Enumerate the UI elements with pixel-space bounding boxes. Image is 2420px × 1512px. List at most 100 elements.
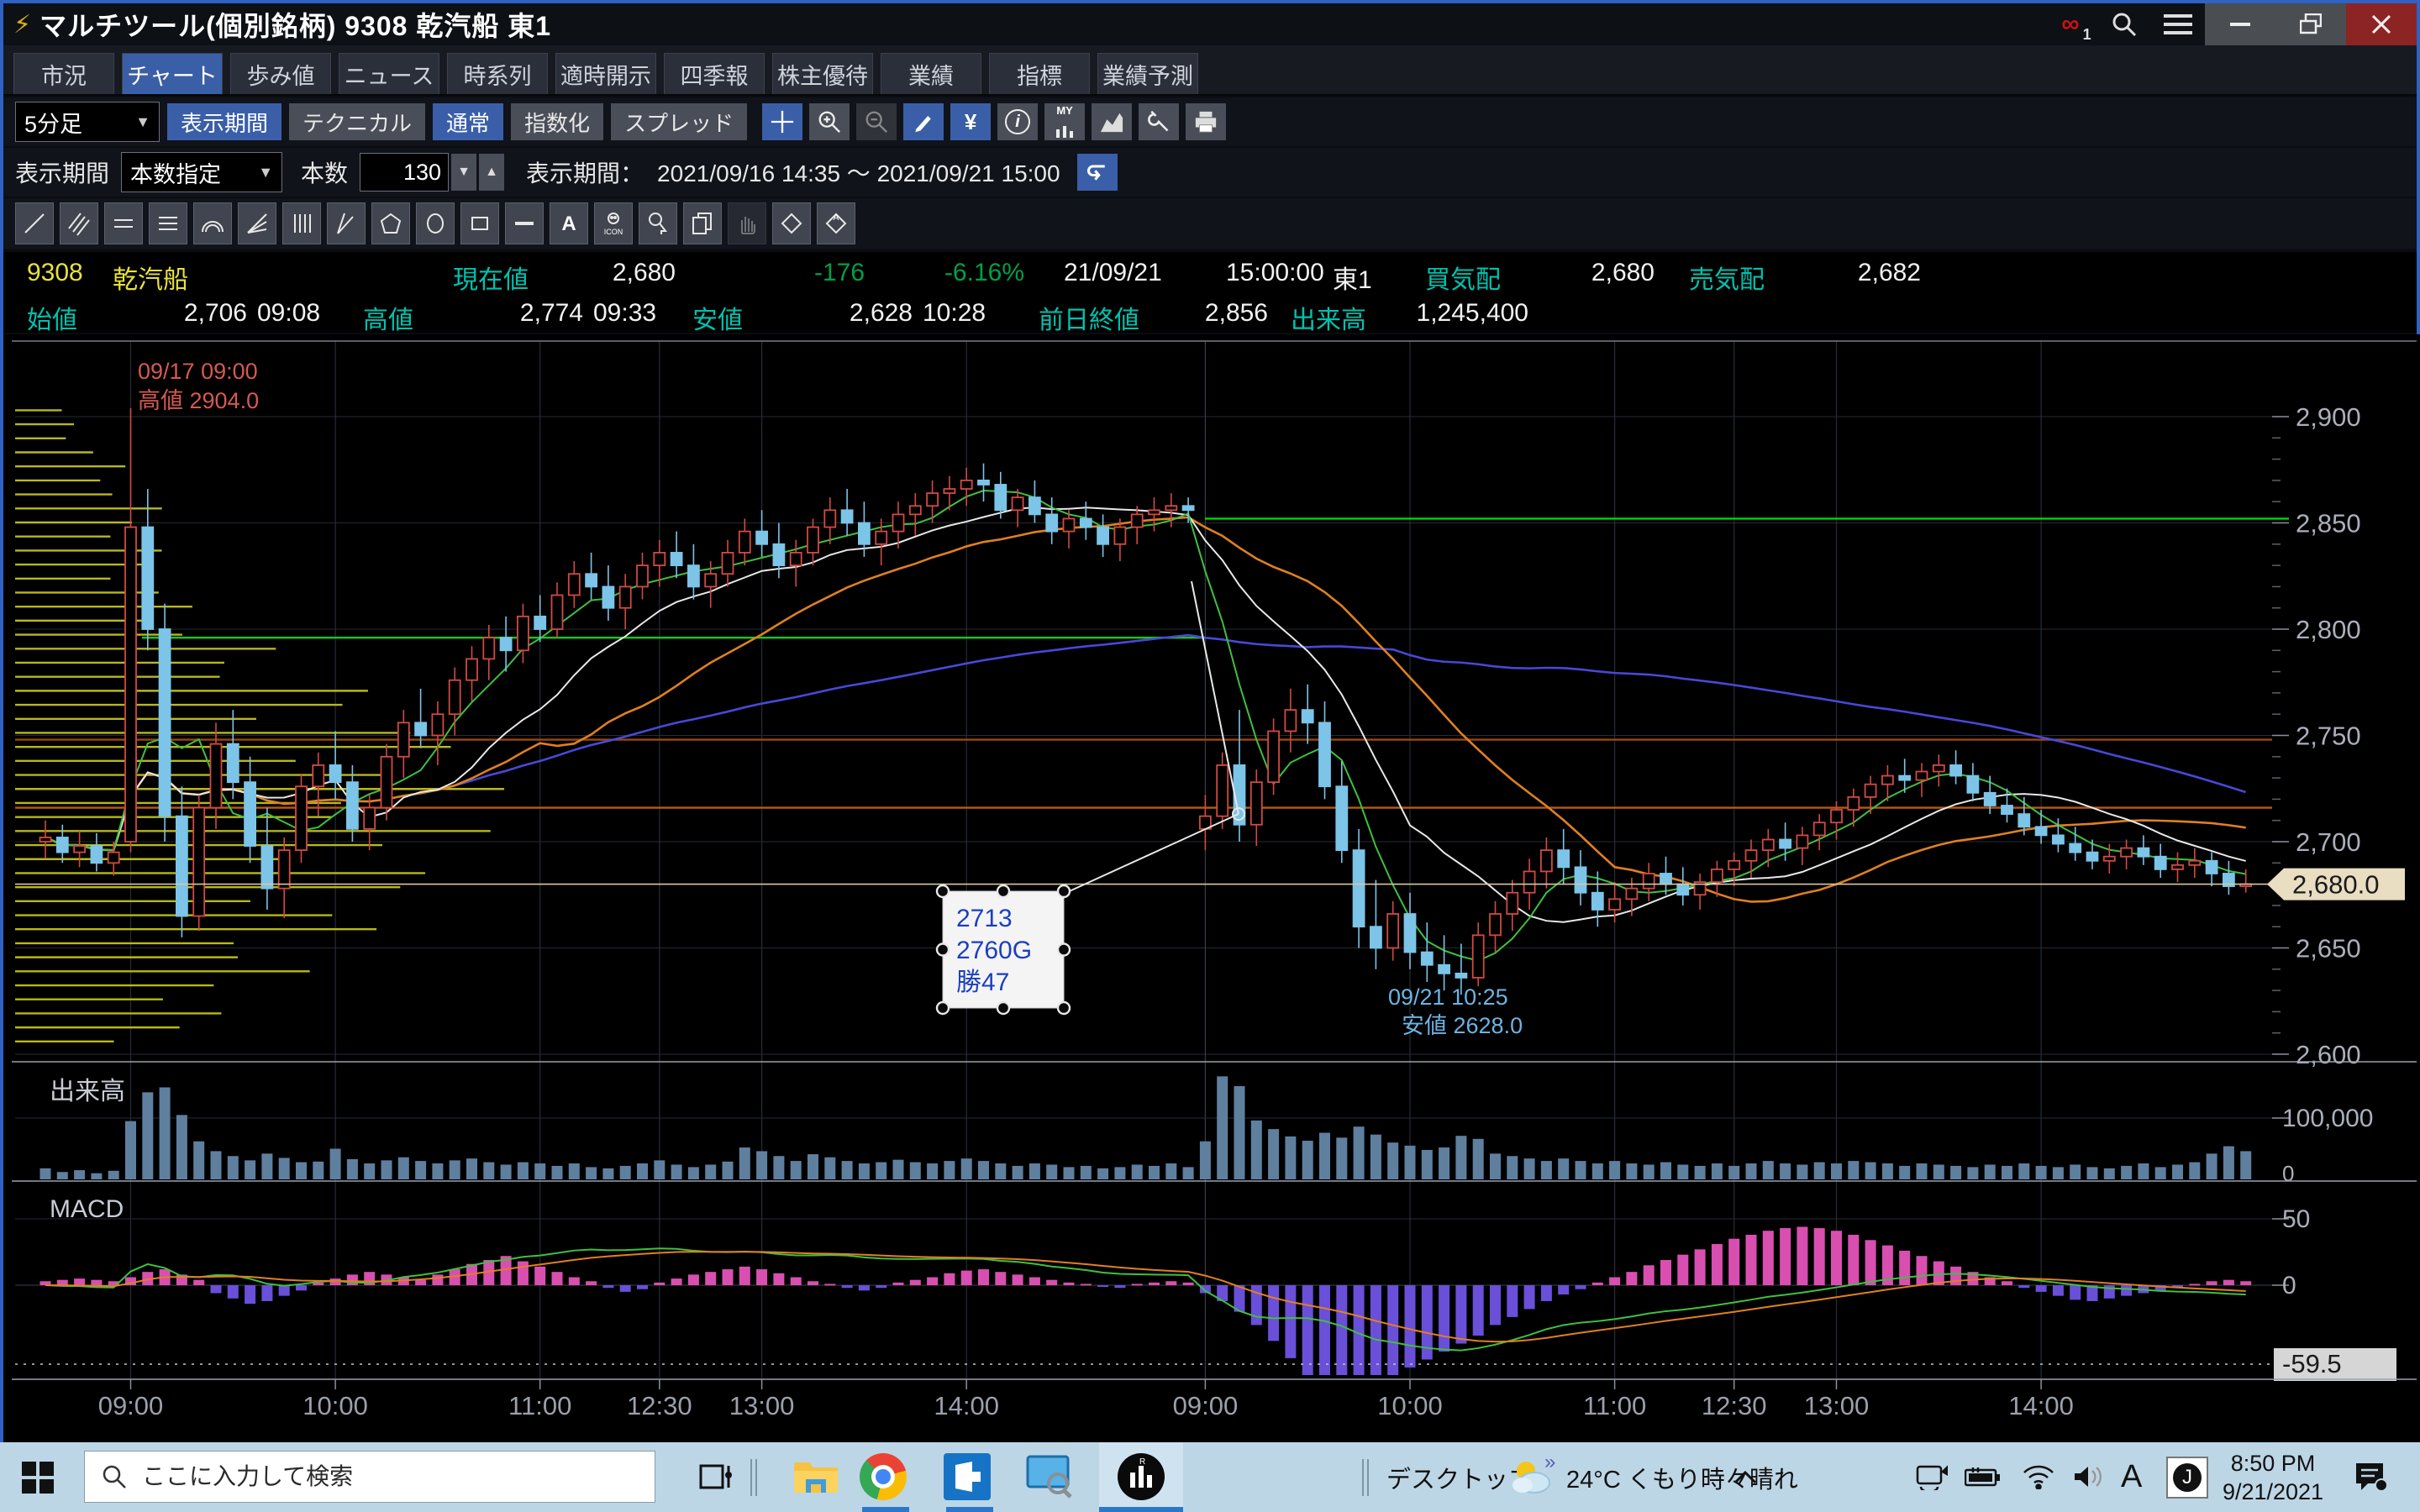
zoom-out-icon[interactable] [856,103,897,140]
pentagon-icon[interactable] [371,202,410,244]
tab-四季報[interactable]: 四季報 [664,53,765,94]
interval-dropdown[interactable]: 5分足▼ [15,102,160,142]
button-テクニカル[interactable]: テクニカル [289,103,425,140]
rectangle-icon[interactable] [460,202,499,244]
button-表示期間[interactable]: 表示期間 [167,103,281,140]
period-bar: 表示期間 本数指定▼ 本数 130 ▼ ▲ 表示期間： 2021/09/16 1… [3,148,2417,197]
pencil-icon[interactable] [903,103,944,140]
search-input[interactable] [140,1462,581,1491]
drop-marker-icon[interactable] [639,202,677,244]
text-label-icon[interactable]: A [550,202,588,244]
period-mode-dropdown[interactable]: 本数指定▼ [121,152,282,192]
area-chart-icon[interactable] [1092,103,1132,140]
svg-text:A: A [561,213,576,235]
button-指数化[interactable]: 指数化 [511,103,603,140]
restore-button[interactable] [2275,3,2346,45]
remote-screen-icon[interactable] [1022,1449,1077,1504]
time-tick-label: 10:00 [1377,1391,1443,1420]
count-input[interactable]: 130 [360,153,449,192]
tab-指標[interactable]: 指標 [989,53,1090,94]
crosshair-icon[interactable] [762,103,802,140]
clock-date: 9/21/2021 [2218,1478,2328,1506]
tab-チャート[interactable]: チャート [122,53,223,94]
icon-stamp-icon[interactable]: ICON [594,202,633,244]
volume-icon[interactable] [2065,1449,2112,1504]
time-tick-label: 09:00 [98,1391,164,1420]
taskbar-clock[interactable]: 8:50 PM 9/21/2021 [2218,1449,2328,1506]
search-icon[interactable] [2097,3,2151,45]
count-up-button[interactable]: ▲ [479,154,504,191]
open-label: 始値 [27,299,77,336]
selection-handle[interactable] [937,1002,949,1014]
weather-icon [1509,1459,1555,1496]
triple-hline-icon[interactable] [149,202,187,244]
selection-handle[interactable] [1058,885,1070,897]
quote-row-2: 始値 2,706 09:08 高値 2,774 09:33 安値 2,628 1… [3,292,2417,333]
fibo-arc-icon[interactable] [193,202,232,244]
fan-lines-icon[interactable] [238,202,276,244]
file-explorer-icon[interactable] [788,1449,844,1504]
menu-icon[interactable] [2151,3,2205,45]
wrench-icon[interactable] [1139,103,1179,140]
prev-close: 2,856 [1150,299,1268,328]
tab-株主優待[interactable]: 株主優待 [772,53,873,94]
current-price: 2,680 [541,259,676,287]
reload-button[interactable] [1077,154,1118,191]
marketspeed-app-icon[interactable]: R [1113,1449,1169,1504]
ime-mode-indicator[interactable]: A [2121,1442,2142,1512]
yen-icon[interactable]: ¥ [950,103,991,140]
angle-lines-icon[interactable] [327,202,366,244]
tab-市況[interactable]: 市況 [13,53,114,94]
eraser-all-icon[interactable]: A [817,202,855,244]
selection-handle[interactable] [937,944,949,956]
my-chart-icon[interactable]: MY​ [1044,103,1085,140]
blue-app-icon[interactable] [939,1449,995,1504]
trend-line-icon[interactable] [15,202,54,244]
hand-tool-icon[interactable] [728,202,766,244]
tray-expand-chevron[interactable] [1724,1449,1766,1504]
button-通常[interactable]: 通常 [433,103,503,140]
info-icon[interactable]: i [997,103,1038,140]
horizontal-segment-icon[interactable] [505,202,544,244]
selection-handle[interactable] [1058,1002,1070,1014]
copy-object-icon[interactable] [683,202,722,244]
vertical-lines-icon[interactable] [282,202,321,244]
link-icon[interactable]: ∞1 [2044,3,2097,45]
macd-pane-label: MACD [50,1195,124,1223]
selection-handle[interactable] [997,885,1009,897]
time-tick-label: 14:00 [934,1391,999,1420]
close-button[interactable] [2346,3,2417,45]
action-center-icon[interactable] [2346,1449,2396,1504]
wifi-icon[interactable] [2015,1449,2062,1504]
tab-業績予測[interactable]: 業績予測 [1097,53,1198,94]
double-hline-icon[interactable] [104,202,143,244]
tab-歩み値[interactable]: 歩み値 [230,53,331,94]
ellipse-icon[interactable] [416,202,455,244]
app-logo-icon: ⚡ [13,10,31,39]
eraser-icon[interactable] [772,202,811,244]
printer-icon[interactable] [1186,103,1226,140]
cast-icon[interactable] [1907,1449,1954,1504]
count-down-button[interactable]: ▼ [451,154,476,191]
selection-handle[interactable] [997,1002,1009,1014]
tab-適時開示[interactable]: 適時開示 [555,53,656,94]
button-スプレッド[interactable]: スプレッド [611,103,747,140]
chrome-icon[interactable] [855,1449,911,1504]
task-view-icon[interactable] [687,1449,743,1504]
tab-業績[interactable]: 業績 [881,53,981,94]
hatch-parallel-icon[interactable] [60,202,98,244]
tab-時系列[interactable]: 時系列 [447,53,548,94]
tab-ニュース[interactable]: ニュース [339,53,439,94]
selection-handle[interactable] [937,885,949,897]
battery-icon[interactable] [1960,1449,2007,1504]
zoom-in-icon[interactable] [809,103,850,140]
minimize-button[interactable] [2205,3,2275,45]
selection-handle[interactable] [1058,944,1070,956]
ime-lang-indicator[interactable]: J [2166,1442,2208,1512]
time-tick-label: 09:00 [1173,1391,1239,1420]
drawing-toolbar: A ICON A [3,198,2417,249]
price-chart[interactable]: 2,9002,8502,8002,7502,7002,6502,6002,680… [3,334,2420,1446]
taskbar-search[interactable] [84,1451,655,1503]
stock-code: 9308 [27,259,83,287]
start-button[interactable] [22,1442,54,1512]
